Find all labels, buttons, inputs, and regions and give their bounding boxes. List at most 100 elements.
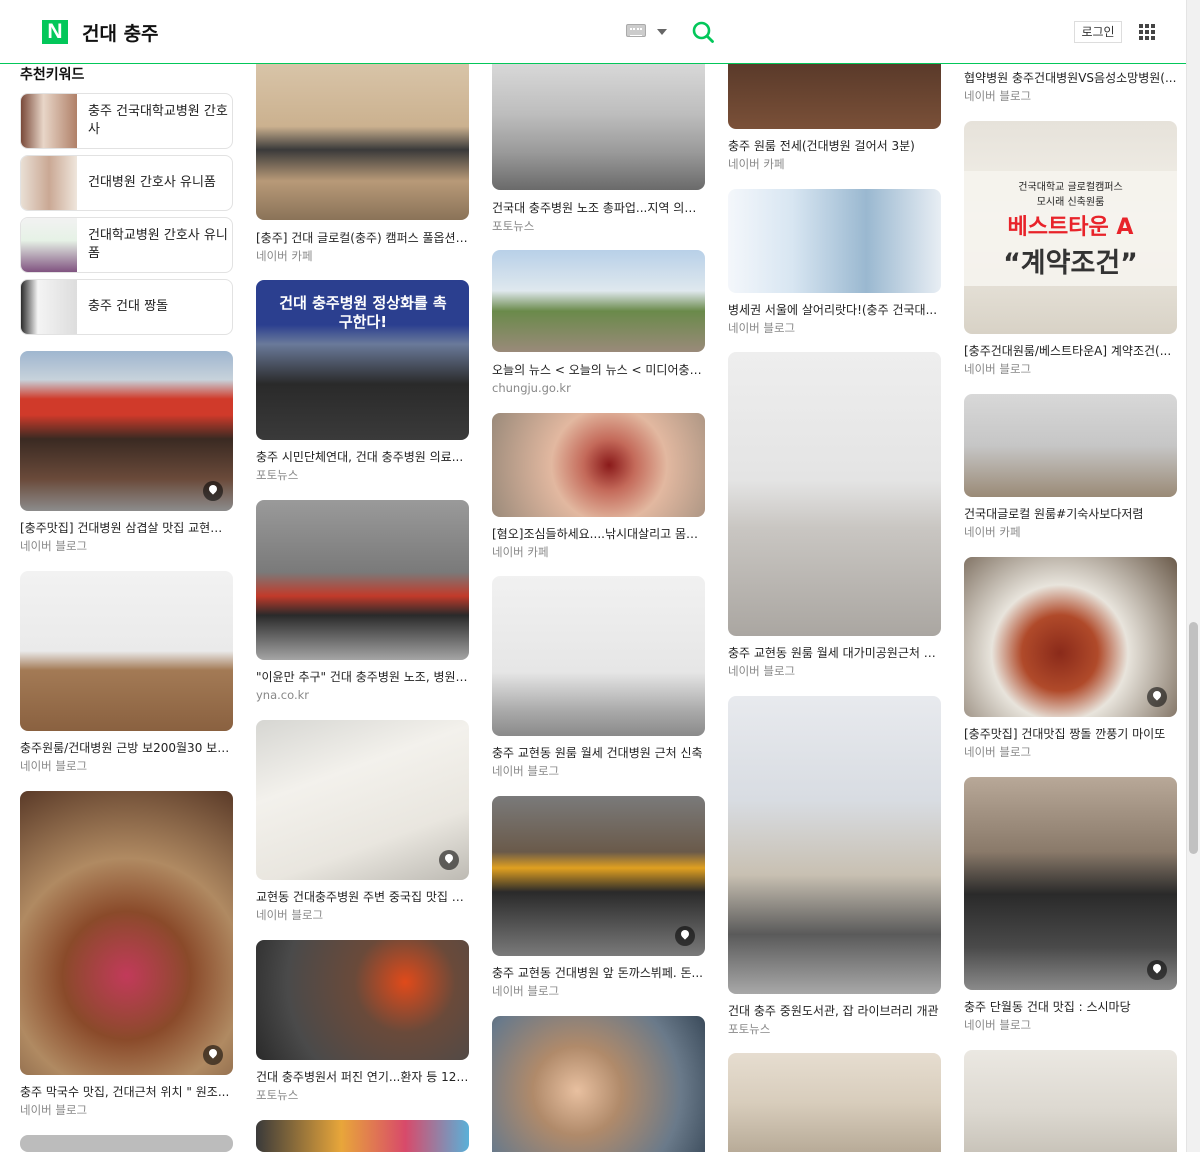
result-title[interactable]: 충주 교현동 건대병원 앞 돈까스뷔페. 돈... <box>492 965 705 981</box>
result-title[interactable]: 충주원룸/건대병원 근방 보200월30 보3... <box>20 740 233 756</box>
result-thumbnail <box>492 64 705 190</box>
result-thumbnail <box>492 1016 705 1152</box>
result-title[interactable]: [혐오]조심들하세요....낚시대살리고 몸이... <box>492 526 705 542</box>
result-title[interactable]: 충주 교현동 원룸 월세 건대병원 근처 신축 <box>492 745 705 761</box>
result-title[interactable]: 충주 교현동 원룸 월세 대가미공원근처 건... <box>728 645 941 661</box>
result-source[interactable]: 네이버 블로그 <box>728 664 795 679</box>
result-title[interactable]: 건대 충주 중원도서관, 잡 라이브러리 개관 <box>728 1003 941 1019</box>
result-title[interactable]: 충주 시민단체연대, 건대 충주병원 의료... <box>256 449 469 465</box>
keyword-label: 건대학교병원 간호사 유니폼 <box>88 228 228 261</box>
result-thumbnail <box>964 394 1177 497</box>
result-source[interactable]: 네이버 블로그 <box>964 89 1031 104</box>
result-thumbnail <box>256 64 469 220</box>
result-thumbnail <box>256 720 469 880</box>
result-source[interactable]: 네이버 카페 <box>256 249 313 264</box>
result-thumbnail <box>964 777 1177 990</box>
result-title[interactable]: 충주 원룸 전세(건대병원 걸어서 3분) <box>728 138 941 154</box>
keyword-item[interactable]: 건대병원 간호사 유니폼 <box>20 155 233 211</box>
result-title[interactable]: [충주맛집] 건대맛집 짱돌 깐풍기 마이또 <box>964 726 1177 742</box>
result-title[interactable]: 건대 충주병원서 퍼진 연기...환자 등 120... <box>256 1069 469 1085</box>
map-pin-icon <box>675 926 695 946</box>
result-title[interactable]: 오늘의 뉴스 < 오늘의 뉴스 < 미디어충주... <box>492 362 705 378</box>
result-title[interactable]: 건국대 충주병원 노조 총파업...지역 의료 ... <box>492 200 705 216</box>
result-thumbnail <box>256 500 469 660</box>
map-pin-icon <box>203 481 223 501</box>
result-source[interactable]: 포토뉴스 <box>492 219 534 234</box>
page-scrollbar[interactable] <box>1186 0 1200 1152</box>
result-source[interactable]: 네이버 카페 <box>492 545 549 560</box>
scrollbar-thumb[interactable] <box>1189 622 1198 854</box>
result-source[interactable]: 포토뉴스 <box>728 1022 770 1037</box>
map-pin-icon <box>439 850 459 870</box>
result-source[interactable]: 네이버 블로그 <box>256 908 323 923</box>
poster-line-3: 베스트타운 A <box>1007 215 1134 240</box>
result-thumbnail <box>728 189 941 293</box>
result-thumbnail <box>728 1053 941 1152</box>
search-icon[interactable] <box>692 21 714 43</box>
result-title[interactable]: 충주 막국수 맛집, 건대근처 위치 " 원조... <box>20 1084 233 1100</box>
result-source[interactable]: 네이버 블로그 <box>728 321 795 336</box>
keyword-label: 충주 건국대학교병원 간호사 <box>88 104 228 137</box>
result-source[interactable]: 네이버 블로그 <box>20 1103 87 1118</box>
naver-logo[interactable]: N <box>42 20 68 44</box>
search-header: N 건대 충주 로그인 <box>0 0 1186 64</box>
result-source[interactable]: 네이버 카페 <box>964 525 1021 540</box>
poster-line-1: 건국대학교 글로컬캠퍼스 <box>1018 182 1123 193</box>
result-thumbnail <box>256 1120 469 1152</box>
keyword-label: 건대병원 간호사 유니폼 <box>88 175 216 190</box>
result-thumbnail <box>20 1135 233 1152</box>
result-thumbnail: 건대 충주병원 정상화를 촉구한다! <box>256 280 469 440</box>
result-thumbnail <box>20 571 233 731</box>
login-button[interactable]: 로그인 <box>1074 21 1122 43</box>
search-query[interactable]: 건대 충주 <box>82 19 159 46</box>
result-thumbnail <box>20 351 233 511</box>
result-thumbnail <box>728 696 941 994</box>
result-title[interactable]: 협약병원 충주건대병원VS음성소망병원(... <box>964 70 1177 86</box>
keyword-thumbnail <box>21 94 77 148</box>
result-thumbnail <box>492 250 705 352</box>
result-thumbnail <box>492 796 705 956</box>
result-title[interactable]: 충주 단월동 건대 맛집 : 스시마당 <box>964 999 1177 1015</box>
result-source[interactable]: chungju.go.kr <box>492 381 571 396</box>
result-source[interactable]: 네이버 블로그 <box>492 984 559 999</box>
result-source[interactable]: 네이버 블로그 <box>20 539 87 554</box>
map-pin-icon <box>203 1045 223 1065</box>
map-pin-icon <box>1147 687 1167 707</box>
result-thumbnail <box>20 791 233 1075</box>
keyword-item[interactable]: 건대학교병원 간호사 유니폼 <box>20 217 233 273</box>
result-source[interactable]: 네이버 블로그 <box>492 764 559 779</box>
result-title[interactable]: [충주] 건대 글로컬(충주) 캠퍼스 풀옵션 ... <box>256 230 469 246</box>
keyword-label: 충주 건대 짱돌 <box>88 299 169 314</box>
result-thumbnail <box>492 576 705 736</box>
recommended-keywords-title: 추천키워드 <box>20 67 85 83</box>
result-source[interactable]: 네이버 카페 <box>728 157 785 172</box>
dropdown-caret-icon[interactable] <box>657 29 667 35</box>
result-title[interactable]: 병세권 서울에 살어리랏다!(충주 건국대... <box>728 302 941 318</box>
keyword-item[interactable]: 충주 건대 짱돌 <box>20 279 233 335</box>
result-thumbnail <box>492 413 705 517</box>
keyword-thumbnail <box>21 218 77 272</box>
result-source[interactable]: 네이버 블로그 <box>964 745 1031 760</box>
result-source[interactable]: yna.co.kr <box>256 688 309 703</box>
result-title[interactable]: [충주건대원룸/베스트타운A] 계약조건(... <box>964 343 1177 359</box>
result-source[interactable]: 네이버 블로그 <box>20 759 87 774</box>
map-pin-icon <box>1147 960 1167 980</box>
result-thumbnail <box>964 557 1177 717</box>
result-thumbnail <box>256 940 469 1060</box>
keyboard-icon[interactable] <box>626 24 646 37</box>
apps-grid-icon[interactable] <box>1139 24 1155 40</box>
keyword-thumbnail <box>21 280 77 334</box>
poster-line-2: 모시래 신축원룸 <box>1036 197 1105 208</box>
result-title[interactable]: [충주맛집] 건대병원 삼겹살 맛집 교현동 고깃집 <box>20 520 233 536</box>
result-source[interactable]: 포토뉴스 <box>256 468 298 483</box>
result-thumbnail <box>964 1050 1177 1152</box>
result-thumbnail <box>728 352 941 636</box>
result-thumbnail: 건국대학교 글로컬캠퍼스 모시래 신축원룸 베스트타운 A “계약조건” <box>964 121 1177 334</box>
result-title[interactable]: 건국대글로컬 원룸#기숙사보다저렴 <box>964 506 1177 522</box>
keyword-item[interactable]: 충주 건국대학교병원 간호사 <box>20 93 233 149</box>
result-source[interactable]: 네이버 블로그 <box>964 1018 1031 1033</box>
result-source[interactable]: 네이버 블로그 <box>964 362 1031 377</box>
result-title[interactable]: 교현동 건대충주병원 주변 중국집 맛집 청... <box>256 889 469 905</box>
result-source[interactable]: 포토뉴스 <box>256 1088 298 1103</box>
result-title[interactable]: "이윤만 추구" 건대 충주병원 노조, 병원 ... <box>256 669 469 685</box>
